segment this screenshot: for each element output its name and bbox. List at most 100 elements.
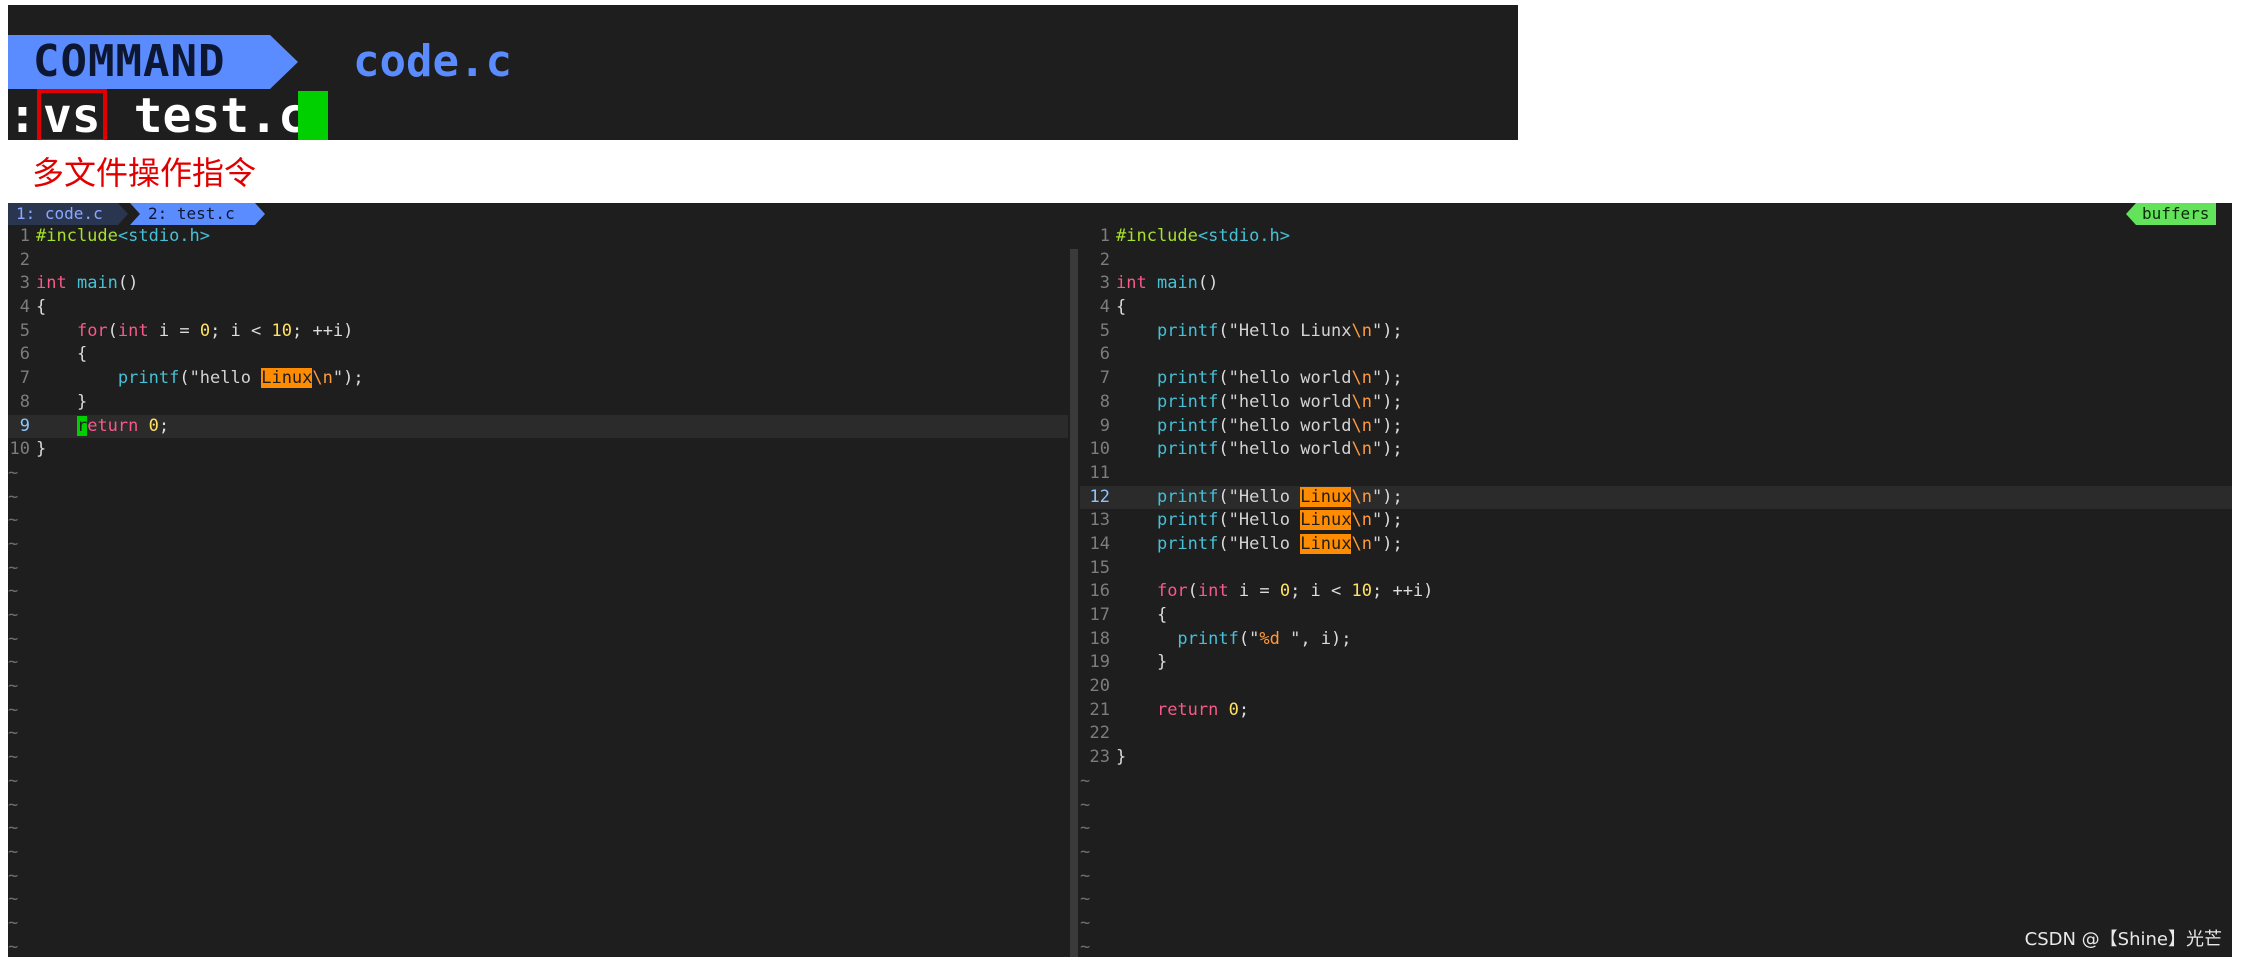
code-token: i =	[148, 320, 200, 341]
code-token: "Hello	[1228, 533, 1301, 554]
code-line[interactable]: 21 return 0;	[1080, 699, 2232, 723]
code-token: }	[1116, 652, 1168, 673]
code-token: "hello world	[1228, 439, 1352, 460]
line-number: 1	[1099, 226, 1110, 246]
line-number: 22	[1089, 723, 1110, 744]
code-token: (	[1218, 439, 1229, 460]
code-line[interactable]: 3 int main()	[1080, 272, 2232, 296]
code-token: (	[1218, 415, 1229, 436]
code-line[interactable]: 15	[1080, 557, 2232, 581]
code-line[interactable]: 5 for(int i = 0; i < 10; ++i)	[8, 320, 1068, 344]
line-number: 12	[1089, 486, 1110, 507]
code-token: \n	[1351, 320, 1372, 341]
code-line[interactable]: 20	[1080, 675, 2232, 699]
line-number: 4	[19, 297, 30, 318]
watermark: CSDN @【Shine】光芒	[2024, 929, 2222, 950]
line-number: 7	[19, 368, 30, 389]
code-line[interactable]: 10}	[8, 438, 1068, 462]
code-token: );	[1382, 368, 1403, 389]
code-token: }	[36, 391, 88, 412]
code-line[interactable]: 4{	[1080, 296, 2232, 320]
code-line[interactable]: 4{	[8, 296, 1068, 320]
code-line[interactable]: 3 int main()	[8, 272, 1068, 296]
search-match-highlight: Linux	[1300, 533, 1352, 554]
code-token: }	[36, 439, 47, 460]
line-number: 5	[1099, 320, 1110, 341]
code-token: "	[1371, 486, 1383, 507]
editor-pane-right[interactable]: 1 #include<stdio.h> 2 3 int main() 4{5 printf…	[1080, 225, 2232, 957]
code-token: \n	[1351, 439, 1372, 460]
code-line[interactable]: 23}	[1080, 746, 2232, 770]
code-line[interactable]: 1 #include<stdio.h>	[1080, 225, 2232, 249]
command-line-input[interactable]: : vs test.c	[8, 88, 307, 140]
code-line[interactable]: 18 printf("%d ", i);	[1080, 628, 2232, 652]
code-token: ; i <	[1290, 581, 1352, 602]
line-number: 1	[19, 226, 30, 246]
code-line[interactable]: 5 printf("Hello Liunx\n");	[1080, 320, 2232, 344]
code-token: ()	[117, 273, 139, 294]
code-token: "	[332, 368, 344, 389]
line-number: 10	[1089, 439, 1110, 460]
vertical-split-separator[interactable]	[1070, 249, 1078, 957]
code-line[interactable]: 16 for(int i = 0; i < 10; ++i)	[1080, 580, 2232, 604]
code-line[interactable]: 9 return 0;	[8, 414, 1068, 439]
code-token: "Hello Liunx	[1228, 320, 1352, 341]
code-line[interactable]: 10 printf("hello world\n");	[1080, 438, 2232, 462]
code-line[interactable]: 6 {	[8, 343, 1068, 367]
editor-pane-left[interactable]: 1 #include<stdio.h> 2 3 int main() 4{5 for(in…	[8, 225, 1068, 957]
code-token: ; ++i)	[291, 320, 354, 341]
code-line[interactable]: 7 printf("hello Linux\n");	[8, 367, 1068, 391]
code-token: <stdio.h>	[1197, 226, 1291, 246]
code-line[interactable]: 19 }	[1080, 651, 2232, 675]
code-token: );	[1382, 510, 1403, 531]
empty-buffer-tilde: ~	[8, 912, 19, 933]
code-token: );	[1382, 533, 1403, 554]
code-line[interactable]: 6	[1080, 343, 2232, 367]
code-token: (	[1218, 533, 1229, 554]
code-token: {	[36, 297, 47, 318]
line-number: 18	[1089, 628, 1110, 649]
code-token: #include	[36, 226, 118, 246]
search-match-highlight: Linux	[1300, 510, 1352, 531]
code-line[interactable]: 8 }	[8, 391, 1068, 415]
line-number: 2	[1099, 249, 1110, 270]
code-line[interactable]: 2	[1080, 249, 2232, 273]
empty-buffer-tilde: ~	[1080, 889, 1091, 910]
command-argument: test.c	[104, 88, 307, 140]
code-line[interactable]: 8 printf("hello world\n");	[1080, 391, 2232, 415]
code-line[interactable]: 2	[8, 249, 1068, 273]
code-line[interactable]: 14 printf("Hello Linux\n");	[1080, 533, 2232, 557]
code-token: {	[1116, 297, 1127, 318]
code-token: \n	[1351, 486, 1372, 507]
line-number: 4	[1099, 297, 1110, 318]
annotation-caption: 多文件操作指令	[32, 154, 257, 192]
buffer-tab-test-c[interactable]: 2: test.c	[130, 203, 265, 225]
code-line[interactable]: 7 printf("hello world\n");	[1080, 367, 2232, 391]
code-line[interactable]: 12 printf("Hello Linux\n");	[1080, 485, 2232, 510]
code-line[interactable]: 13 printf("Hello Linux\n");	[1080, 509, 2232, 533]
buffer-tab-code-c[interactable]: 1: code.c	[8, 203, 128, 225]
code-token: "hello world	[1228, 391, 1352, 412]
line-number: 15	[1089, 557, 1110, 578]
empty-buffer-tilde: ~	[8, 510, 19, 531]
code-line[interactable]: 17 {	[1080, 604, 2232, 628]
code-line[interactable]: 22	[1080, 722, 2232, 746]
code-line[interactable]: 11	[1080, 462, 2232, 486]
code-token: ()	[1197, 273, 1219, 294]
code-token: (	[179, 368, 190, 389]
empty-buffer-tilde: ~	[1080, 865, 1091, 886]
current-file-label: code.c	[353, 36, 512, 87]
code-token: %d	[1259, 628, 1280, 649]
code-line[interactable]: 1 #include<stdio.h>	[8, 225, 1068, 249]
code-token: \n	[312, 368, 333, 389]
line-number: 11	[1089, 462, 1110, 483]
line-number: 3	[1099, 273, 1110, 294]
code-line[interactable]: 9 printf("hello world\n");	[1080, 415, 2232, 439]
empty-buffer-tilde: ~	[1080, 818, 1091, 839]
